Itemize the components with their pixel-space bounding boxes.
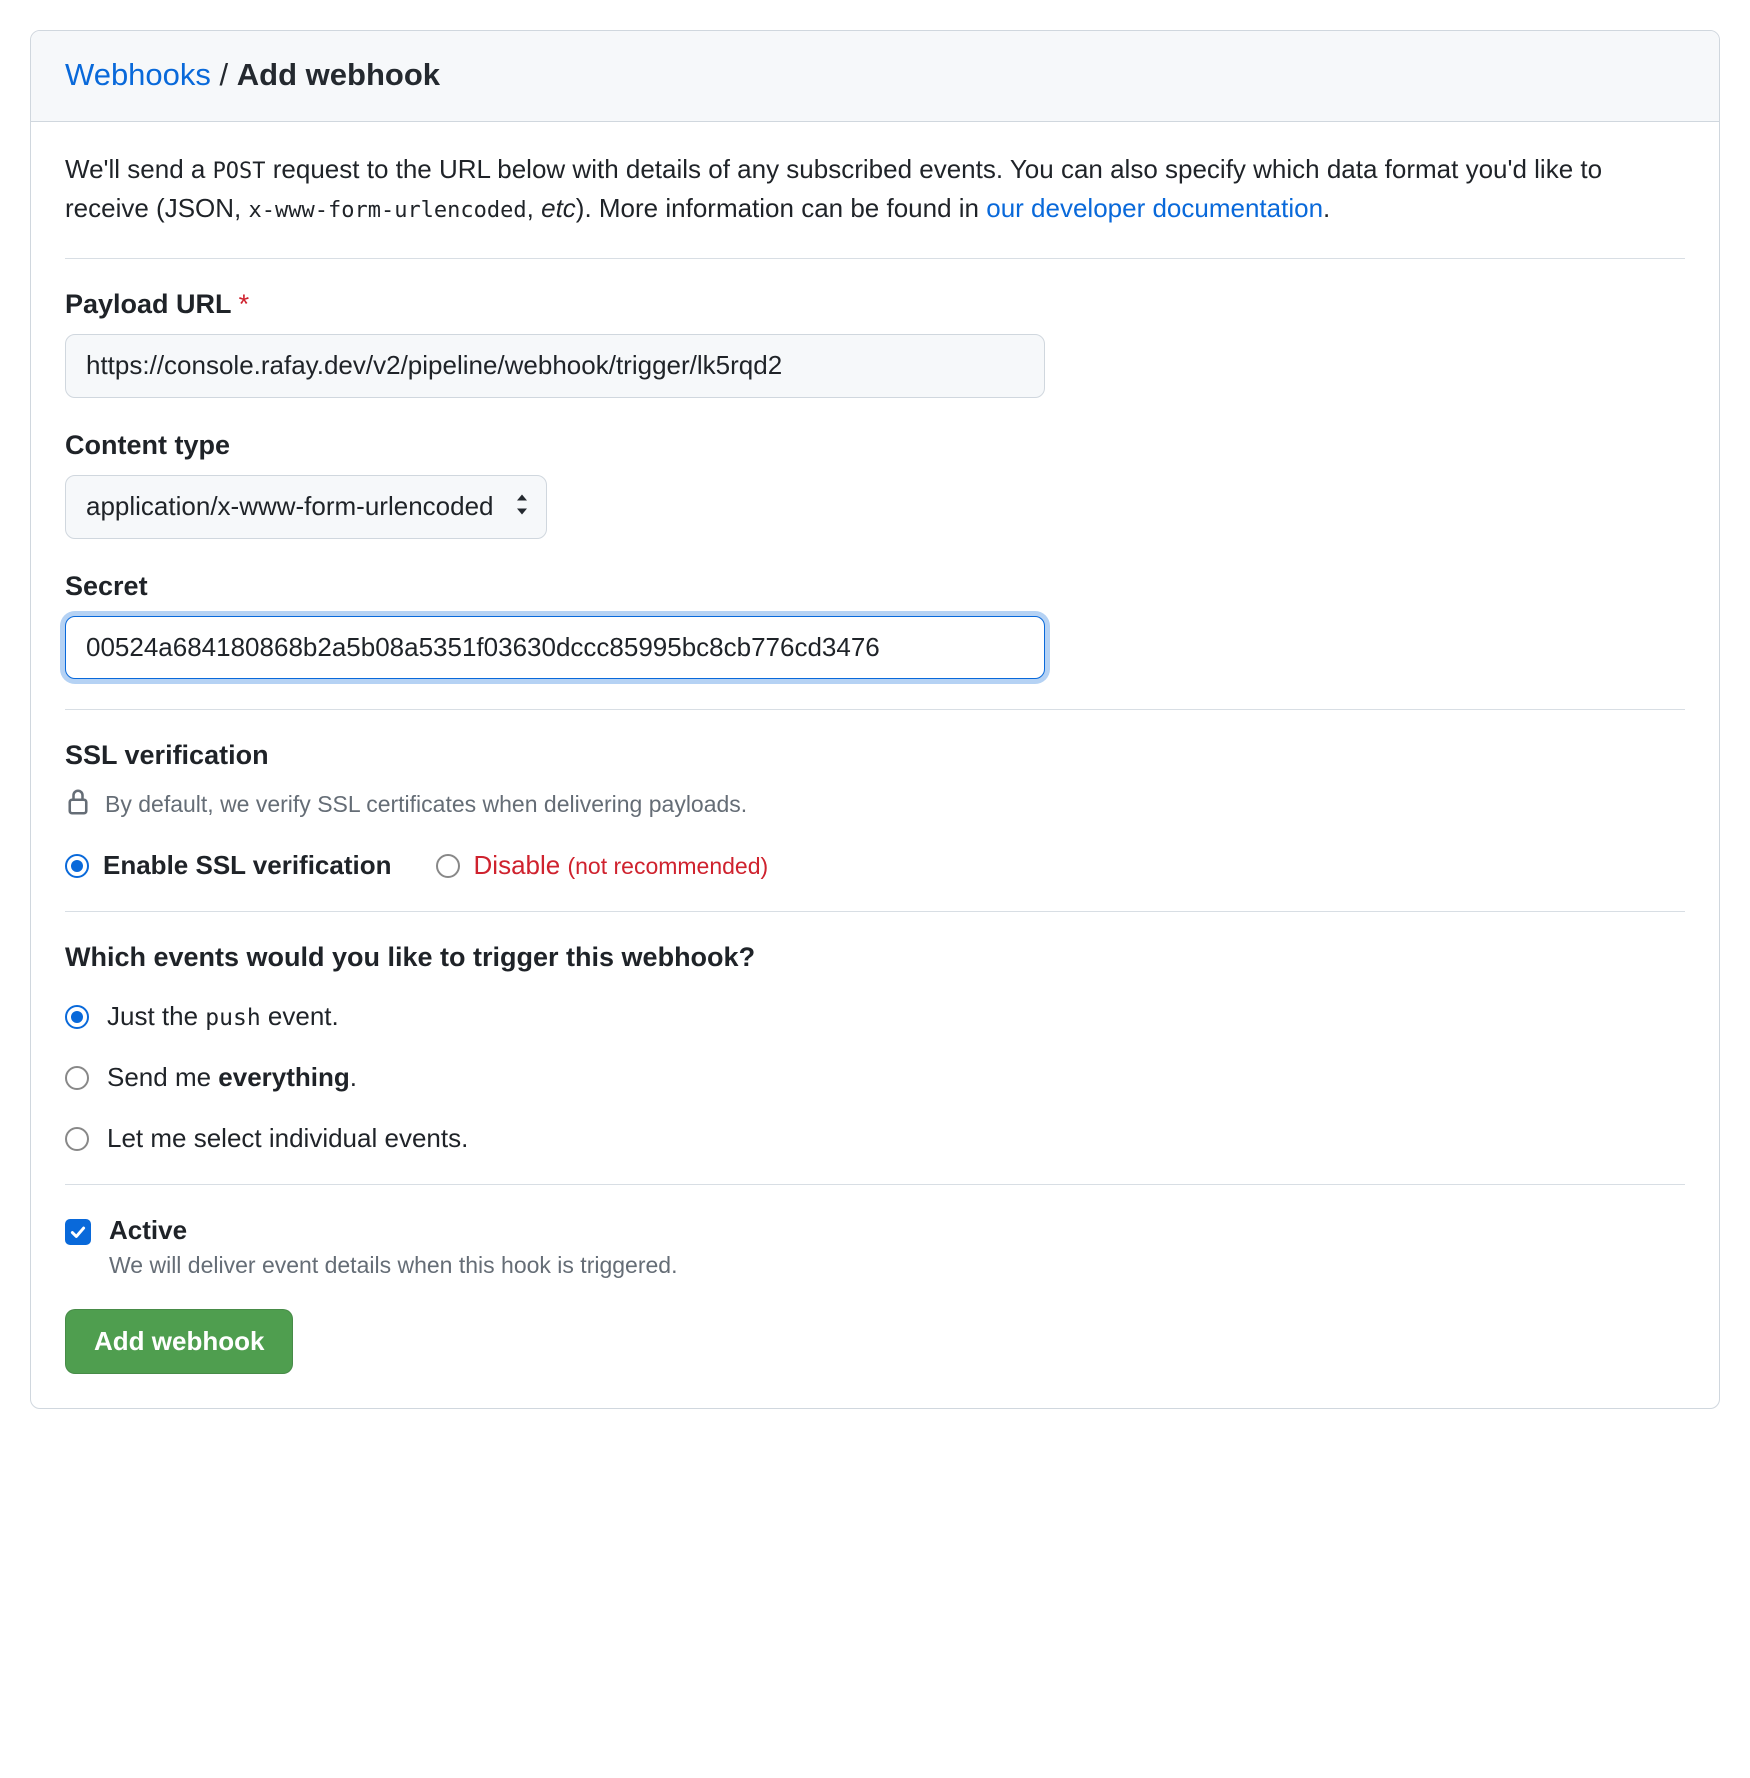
- content-type-select[interactable]: application/x-www-form-urlencoded: [65, 475, 547, 539]
- check-icon: [69, 1223, 87, 1241]
- active-checkbox[interactable]: [65, 1219, 91, 1245]
- payload-url-label: Payload URL *: [65, 289, 1685, 320]
- radio-checked-icon: [65, 854, 89, 878]
- breadcrumb: Webhooks / Add webhook: [31, 31, 1719, 122]
- breadcrumb-sep: /: [220, 57, 237, 92]
- form-urlencoded-code: x-www-form-urlencoded: [249, 198, 527, 223]
- events-heading: Which events would you like to trigger t…: [65, 942, 1685, 973]
- event-option-push-label: Just the push event.: [107, 1001, 339, 1032]
- radio-unchecked-icon: [65, 1066, 89, 1090]
- radio-unchecked-icon: [436, 854, 460, 878]
- ssl-enable-label: Enable SSL verification: [103, 850, 392, 881]
- ssl-disable-radio[interactable]: Disable (not recommended): [436, 850, 769, 881]
- secret-input[interactable]: [65, 616, 1045, 680]
- ssl-disable-label: Disable: [474, 850, 561, 880]
- content-type-label: Content type: [65, 430, 1685, 461]
- event-option-individual-label: Let me select individual events.: [107, 1123, 468, 1154]
- developer-docs-link[interactable]: our developer documentation: [986, 193, 1323, 223]
- event-option-push[interactable]: Just the push event.: [65, 1001, 1685, 1032]
- ssl-note: By default, we verify SSL certificates w…: [105, 791, 747, 818]
- intro-text: We'll send a POST request to the URL bel…: [65, 150, 1685, 228]
- webhook-form-card: Webhooks / Add webhook We'll send a POST…: [30, 30, 1720, 1409]
- active-desc: We will deliver event details when this …: [109, 1252, 677, 1279]
- ssl-heading: SSL verification: [65, 740, 1685, 771]
- event-option-everything[interactable]: Send me everything.: [65, 1062, 1685, 1093]
- lock-icon: [65, 787, 91, 822]
- event-option-everything-label: Send me everything.: [107, 1062, 357, 1093]
- breadcrumb-parent-link[interactable]: Webhooks: [65, 57, 211, 92]
- radio-unchecked-icon: [65, 1127, 89, 1151]
- add-webhook-button[interactable]: Add webhook: [65, 1309, 293, 1374]
- payload-url-input[interactable]: [65, 334, 1045, 398]
- ssl-disable-note: (not recommended): [567, 853, 768, 879]
- radio-checked-icon: [65, 1005, 89, 1029]
- breadcrumb-current: Add webhook: [237, 57, 440, 92]
- secret-label: Secret: [65, 571, 1685, 602]
- active-label: Active: [109, 1215, 677, 1246]
- post-method-code: POST: [213, 159, 266, 184]
- required-mark: *: [239, 289, 250, 319]
- event-option-individual[interactable]: Let me select individual events.: [65, 1123, 1685, 1154]
- ssl-enable-radio[interactable]: Enable SSL verification: [65, 850, 392, 881]
